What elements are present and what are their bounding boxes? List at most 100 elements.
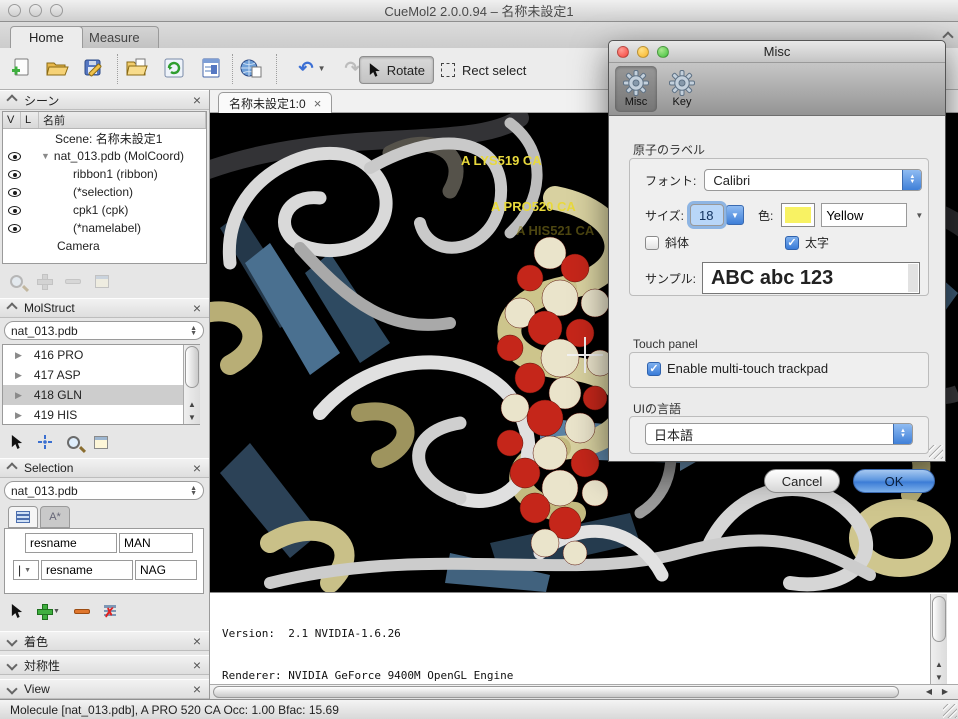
residue-row[interactable]: ▶416 PRO bbox=[3, 345, 199, 365]
tab-measure[interactable]: Measure bbox=[70, 26, 159, 48]
scroll-right-icon[interactable]: ▶ bbox=[942, 687, 948, 696]
tab-expression-mode[interactable]: A* bbox=[40, 506, 70, 528]
selection-molecule-select[interactable]: nat_013.pdb ▲▼ bbox=[4, 481, 204, 500]
color-name-input[interactable] bbox=[821, 203, 907, 227]
viewport-tab[interactable]: 名称未設定1:0 × bbox=[218, 92, 332, 113]
term-key-input[interactable] bbox=[41, 560, 133, 580]
column-lock[interactable]: L bbox=[21, 112, 39, 128]
open-file-button[interactable] bbox=[124, 55, 150, 81]
residue-row-selected[interactable]: ▶418 GLN bbox=[3, 385, 199, 405]
residue-row[interactable]: ▶419 HIS bbox=[3, 405, 199, 425]
eye-icon[interactable] bbox=[8, 152, 21, 161]
multitouch-checkbox[interactable]: ✓ bbox=[647, 362, 661, 376]
dialog-resize-grip[interactable] bbox=[929, 445, 943, 459]
close-icon[interactable]: × bbox=[193, 682, 201, 696]
selection-panel-header[interactable]: Selection × bbox=[0, 458, 209, 478]
rotate-tool-button[interactable]: Rotate bbox=[359, 56, 434, 84]
new-scene-button[interactable] bbox=[8, 55, 34, 81]
language-select[interactable]: 日本語 ▲▼ bbox=[645, 423, 913, 445]
symmetry-panel-header[interactable]: 対称性 × bbox=[0, 655, 209, 675]
reload-views-button[interactable] bbox=[161, 55, 187, 81]
column-name[interactable]: 名前 bbox=[39, 112, 206, 128]
close-icon[interactable]: × bbox=[193, 301, 201, 315]
center-view-icon[interactable] bbox=[37, 434, 53, 450]
tree-row-ribbon1[interactable]: ribbon1 (ribbon) bbox=[3, 165, 206, 183]
eye-icon[interactable] bbox=[8, 224, 21, 233]
scene-panel-header[interactable]: シーン × bbox=[0, 90, 209, 110]
scrollbar-thumb[interactable] bbox=[932, 596, 946, 642]
open-scene-button[interactable] bbox=[44, 55, 70, 81]
eye-icon[interactable] bbox=[8, 170, 21, 179]
log-console[interactable]: Version: 2.1 NVIDIA-1.6.26 Renderer: NVI… bbox=[210, 592, 958, 699]
bold-checkbox[interactable]: ✓ bbox=[785, 236, 799, 250]
rect-select-tool[interactable]: Rect select bbox=[441, 56, 526, 84]
coloring-panel-title: 着色 bbox=[24, 633, 48, 650]
size-dropdown-button[interactable]: ▼ bbox=[726, 205, 744, 225]
molstruct-molecule-select[interactable]: nat_013.pdb ▲▼ bbox=[4, 321, 204, 340]
scrollbar-thumb[interactable] bbox=[213, 686, 899, 698]
close-icon[interactable]: × bbox=[314, 96, 322, 111]
tree-row-scene[interactable]: Scene: 名称未設定1 bbox=[3, 129, 206, 147]
dialog-tab-key[interactable]: Key bbox=[661, 66, 703, 112]
add-term-button[interactable]: ▼ bbox=[37, 604, 60, 618]
color-dropdown-arrow[interactable]: ▼ bbox=[915, 211, 923, 220]
dialog-tab-misc[interactable]: Misc bbox=[615, 66, 657, 112]
term-value-input[interactable] bbox=[119, 533, 193, 553]
eye-icon[interactable] bbox=[8, 188, 21, 197]
residue-scrollbar[interactable]: ▲ ▼ bbox=[183, 345, 200, 424]
undo-dropdown-arrow[interactable]: ▼ bbox=[318, 64, 326, 73]
color-swatch-button[interactable] bbox=[781, 203, 815, 227]
scene-report-button[interactable] bbox=[198, 55, 224, 81]
properties-icon[interactable] bbox=[95, 275, 109, 288]
tree-row-namelabel[interactable]: (*namelabel) bbox=[3, 219, 206, 237]
clear-terms-icon[interactable]: ✗ bbox=[104, 604, 120, 618]
zoom-icon[interactable] bbox=[67, 436, 80, 449]
console-vscrollbar[interactable]: ▲ ▼ bbox=[930, 594, 947, 685]
cancel-button[interactable]: Cancel bbox=[764, 469, 840, 493]
save-scene-button[interactable] bbox=[81, 55, 107, 81]
properties-icon[interactable] bbox=[94, 436, 108, 449]
tab-list-mode[interactable] bbox=[8, 506, 38, 528]
scroll-down-icon[interactable]: ▼ bbox=[184, 411, 200, 424]
close-icon[interactable]: × bbox=[193, 93, 201, 107]
bold-checkbox-row[interactable]: ✓ 太字 bbox=[785, 234, 829, 251]
view-panel-header[interactable]: View × bbox=[0, 679, 209, 699]
tab-home[interactable]: Home bbox=[10, 26, 83, 48]
scroll-up-icon[interactable]: ▲ bbox=[931, 658, 947, 671]
italic-checkbox-row[interactable]: 斜体 bbox=[645, 234, 689, 251]
close-icon[interactable]: × bbox=[193, 634, 201, 648]
add-icon[interactable] bbox=[37, 274, 51, 288]
zoom-icon[interactable] bbox=[10, 275, 23, 288]
multitouch-checkbox-row[interactable]: ✓ Enable multi-touch trackpad bbox=[647, 361, 828, 376]
scroll-up-icon[interactable]: ▲ bbox=[184, 398, 200, 411]
eye-icon[interactable] bbox=[8, 206, 21, 215]
remove-icon[interactable] bbox=[65, 279, 81, 284]
close-icon[interactable]: × bbox=[193, 461, 201, 475]
residue-row[interactable]: ▶417 ASP bbox=[3, 365, 199, 385]
term-value-input[interactable] bbox=[135, 560, 197, 580]
italic-checkbox[interactable] bbox=[645, 236, 659, 250]
term-key-input[interactable] bbox=[25, 533, 117, 553]
ok-button[interactable]: OK bbox=[853, 469, 935, 493]
tree-row-selection[interactable]: (*selection) bbox=[3, 183, 206, 201]
tree-row-cpk1[interactable]: cpk1 (cpk) bbox=[3, 201, 206, 219]
tree-row-molcoord[interactable]: ▼ nat_013.pdb (MolCoord) bbox=[3, 147, 206, 165]
remove-term-icon[interactable] bbox=[74, 609, 90, 614]
tree-row-camera[interactable]: Camera bbox=[3, 237, 206, 255]
undo-button[interactable]: ↶ ▼ bbox=[292, 55, 332, 81]
select-cursor-icon[interactable] bbox=[10, 434, 23, 450]
window-resize-grip[interactable] bbox=[943, 704, 957, 718]
select-cursor-icon[interactable] bbox=[10, 603, 23, 619]
close-icon[interactable]: × bbox=[193, 658, 201, 672]
open-web-button[interactable] bbox=[238, 55, 264, 81]
size-select[interactable]: 18 bbox=[690, 204, 724, 226]
scroll-down-icon[interactable]: ▼ bbox=[931, 671, 947, 684]
scrollbar-thumb[interactable] bbox=[185, 346, 199, 388]
coloring-panel-header[interactable]: 着色 × bbox=[0, 631, 209, 651]
operator-select[interactable]: | ▼ bbox=[13, 560, 39, 580]
column-visible[interactable]: V bbox=[3, 112, 21, 128]
font-select[interactable]: Calibri ▲▼ bbox=[704, 169, 922, 191]
scroll-left-icon[interactable]: ◀ bbox=[926, 687, 932, 696]
molstruct-panel-header[interactable]: MolStruct × bbox=[0, 298, 209, 318]
console-hscrollbar[interactable]: ◀ ▶ bbox=[210, 684, 958, 699]
